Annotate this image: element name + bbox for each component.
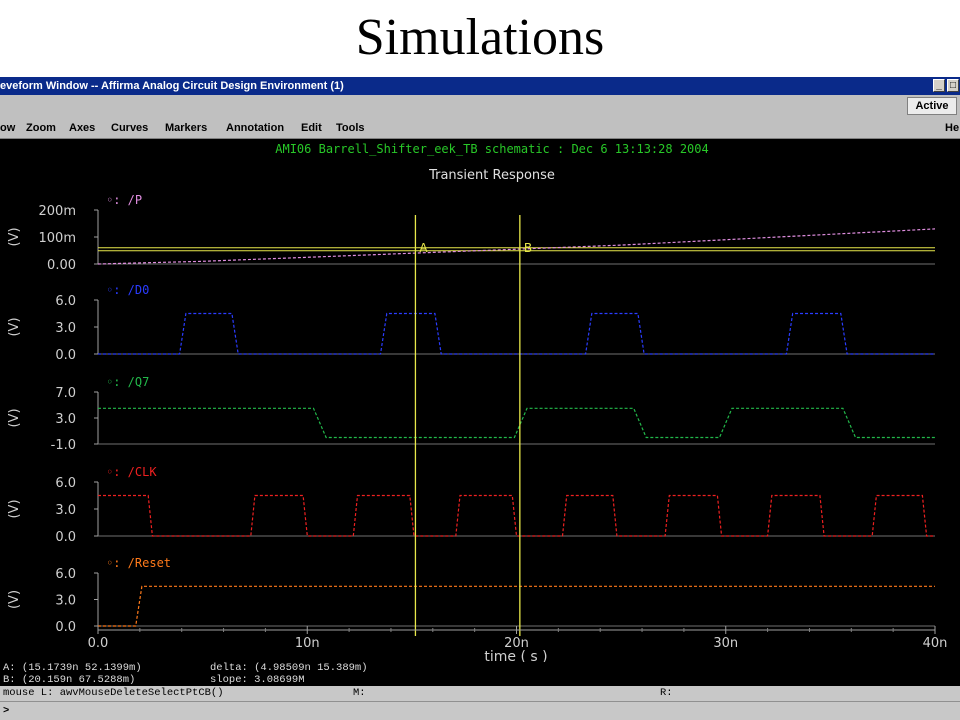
x-axis-label: time ( s ) [484,649,547,662]
trace-reset [98,585,935,627]
slope-readout: slope: 3.08699M [210,674,305,686]
minimize-button[interactable]: _ [933,79,945,92]
y-tick-label: 3.0 [55,412,76,427]
y-tick-label: 3.0 [55,321,76,336]
active-status-badge: Active [907,97,957,115]
y-tick-label: 100m [39,231,76,246]
window-titlebar[interactable]: eveform Window -- Affirma Analog Circuit… [0,77,960,95]
x-tick-label: 30n [713,636,738,651]
y-tick-label: 6.0 [55,476,76,491]
y-tick-label: 0.00 [47,258,76,273]
trace-clk [98,494,935,537]
x-tick-label: 40n [923,636,948,651]
menu-window[interactable]: ow [0,117,15,139]
y-unit-label: (V) [7,499,22,518]
marker-label-b: B [524,241,532,255]
status-strip [0,95,960,117]
y-tick-label: 6.0 [55,294,76,309]
marker-a-readout: A: (15.1739n 52.1399m) [3,662,142,674]
mouse-middle-label: M: [353,687,366,699]
y-tick-label: 0.0 [55,530,76,545]
series-label: ◦: /Reset [106,556,171,570]
x-tick-label: 0.0 [88,636,109,651]
y-unit-label: (V) [7,227,22,246]
panel-clk: 6.0 3.0 0.0 (V) ◦: /CLK [7,465,935,545]
series-label: ◦: /D0 [106,283,149,297]
trace-d0 [98,312,935,355]
menu-markers[interactable]: Markers [165,117,207,139]
y-unit-label: (V) [7,408,22,427]
menu-axes[interactable]: Axes [69,117,95,139]
panel-reset: 6.0 3.0 0.0 (V) ◦: /Reset [7,556,935,635]
delta-readout: delta: (4.98509n 15.389m) [210,662,368,674]
series-label: ◦: /CLK [106,465,157,479]
menu-curves[interactable]: Curves [111,117,148,139]
menu-help[interactable]: He [945,117,959,139]
plot-header: AMI06 Barrell_Shifter_eek_TB schematic :… [275,142,708,156]
y-tick-label: 3.0 [55,594,76,609]
analysis-title: Transient Response [428,168,555,183]
command-prompt[interactable]: > [3,705,9,717]
command-bar: mouse L: awvMouseDeleteSelectPtCB() M: R… [0,686,960,720]
y-tick-label: 0.0 [55,348,76,363]
y-tick-label: -1.0 [51,438,76,453]
y-tick-label: 7.0 [55,386,76,401]
series-label: ◦: /P [106,193,142,207]
waveform-plot-area[interactable]: AMI06 Barrell_Shifter_eek_TB schematic :… [0,139,960,662]
marker-label-a: A [419,241,428,255]
mouse-right-label: R: [660,687,673,699]
x-tick-label: 10n [295,636,320,651]
mouse-left-binding: mouse L: awvMouseDeleteSelectPtCB() [3,687,224,699]
menu-edit[interactable]: Edit [301,117,322,139]
maximize-button[interactable]: □ [947,79,959,92]
y-tick-label: 200m [39,204,76,219]
series-label: ◦: /Q7 [106,375,149,389]
y-unit-label: (V) [7,317,22,336]
marker-info-bar: A: (15.1739n 52.1399m) B: (20.159n 67.52… [0,662,960,686]
panel-q7: 7.0 3.0 -1.0 (V) ◦: /Q7 [7,375,935,453]
y-tick-label: 0.0 [55,620,76,635]
menu-annotation[interactable]: Annotation [226,117,284,139]
menu-bar: ow Zoom Axes Curves Markers Annotation E… [0,117,960,139]
panel-p: 200m 100m 0.00 (V) ◦: /P [7,193,936,273]
y-tick-label: 3.0 [55,503,76,518]
waveform-chart[interactable]: AMI06 Barrell_Shifter_eek_TB schematic :… [0,139,960,662]
marker-b-readout: B: (20.159n 67.5288m) [3,674,136,686]
menu-zoom[interactable]: Zoom [26,117,56,139]
trace-q7 [98,407,935,439]
y-unit-label: (V) [7,590,22,609]
trace-p [97,228,936,265]
window-title: eveform Window -- Affirma Analog Circuit… [0,80,344,92]
panel-d0: 6.0 3.0 0.0 (V) ◦: /D0 [7,283,935,363]
y-tick-label: 6.0 [55,567,76,582]
slide-title: Simulations [355,9,605,66]
command-divider [0,701,960,702]
menu-tools[interactable]: Tools [336,117,365,139]
